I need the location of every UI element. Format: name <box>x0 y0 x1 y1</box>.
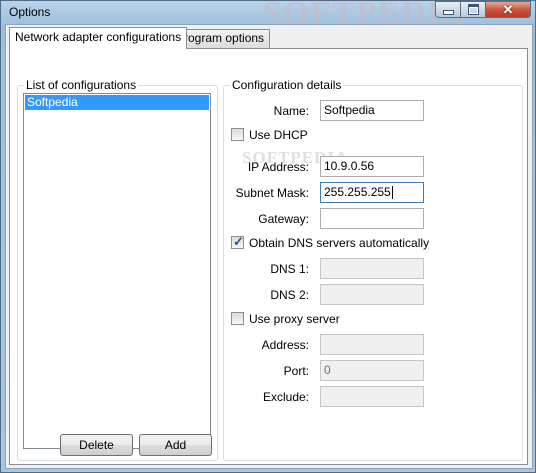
use-dhcp-label: Use DHCP <box>249 128 308 142</box>
tab-label: Network adapter configurations <box>15 30 182 44</box>
tab-panel: List of configurations Softpedia Delete … <box>9 48 528 465</box>
use-proxy-label: Use proxy server <box>249 312 340 326</box>
proxy-exclude-field[interactable] <box>320 386 424 407</box>
ip-address-field[interactable]: 10.9.0.56 <box>320 156 424 177</box>
dns2-label: DNS 2: <box>270 288 309 302</box>
use-proxy-checkbox[interactable] <box>231 312 244 325</box>
proxy-port-label: Port: <box>283 364 309 378</box>
group-label: Configuration details <box>230 78 344 92</box>
title-bar[interactable]: Options SOFTPEDIA ✕ <box>1 0 536 32</box>
dns2-field[interactable] <box>320 284 424 305</box>
add-button[interactable]: Add <box>139 434 212 456</box>
obtain-dns-checkbox[interactable]: ✓ <box>231 234 244 249</box>
name-label: Name: <box>273 104 309 118</box>
gateway-field[interactable] <box>320 208 424 229</box>
subnet-mask-value: 255.255.255 <box>324 185 391 199</box>
maximize-icon <box>467 4 479 15</box>
proxy-exclude-label: Exclude: <box>262 390 309 404</box>
options-window: Options SOFTPEDIA ✕ Network adapter conf… <box>0 0 536 473</box>
proxy-address-label: Address: <box>261 338 309 352</box>
proxy-address-field[interactable] <box>320 334 424 355</box>
proxy-port-field[interactable]: 0 <box>320 360 424 381</box>
delete-button[interactable]: Delete <box>60 434 133 456</box>
minimize-button[interactable] <box>435 1 461 18</box>
window-client-area: Network adapter configurations Program o… <box>5 24 533 469</box>
minimize-icon <box>442 9 454 15</box>
close-icon: ✕ <box>502 2 514 17</box>
obtain-dns-label: Obtain DNS servers automatically <box>249 236 430 250</box>
configurations-listbox[interactable]: Softpedia <box>23 93 211 449</box>
dns1-field[interactable] <box>320 258 424 279</box>
ip-address-label: IP Address: <box>247 160 309 174</box>
group-label: List of configurations <box>24 78 139 92</box>
list-item[interactable]: Softpedia <box>25 95 209 110</box>
window-title: Options <box>9 5 51 19</box>
dns1-label: DNS 1: <box>270 262 309 276</box>
subnet-mask-field[interactable]: 255.255.255 <box>320 182 424 203</box>
gateway-label: Gateway: <box>258 212 309 226</box>
text-caret <box>391 186 393 200</box>
subnet-mask-label: Subnet Mask: <box>235 186 309 200</box>
checkmark-icon: ✓ <box>233 234 244 249</box>
tab-label: Program options <box>176 31 265 45</box>
tab-network-adapter-configurations[interactable]: Network adapter configurations <box>9 27 188 49</box>
name-field[interactable]: Softpedia <box>320 100 424 121</box>
use-dhcp-checkbox[interactable] <box>231 128 244 141</box>
close-button[interactable]: ✕ <box>485 1 531 18</box>
maximize-button[interactable] <box>460 1 486 18</box>
